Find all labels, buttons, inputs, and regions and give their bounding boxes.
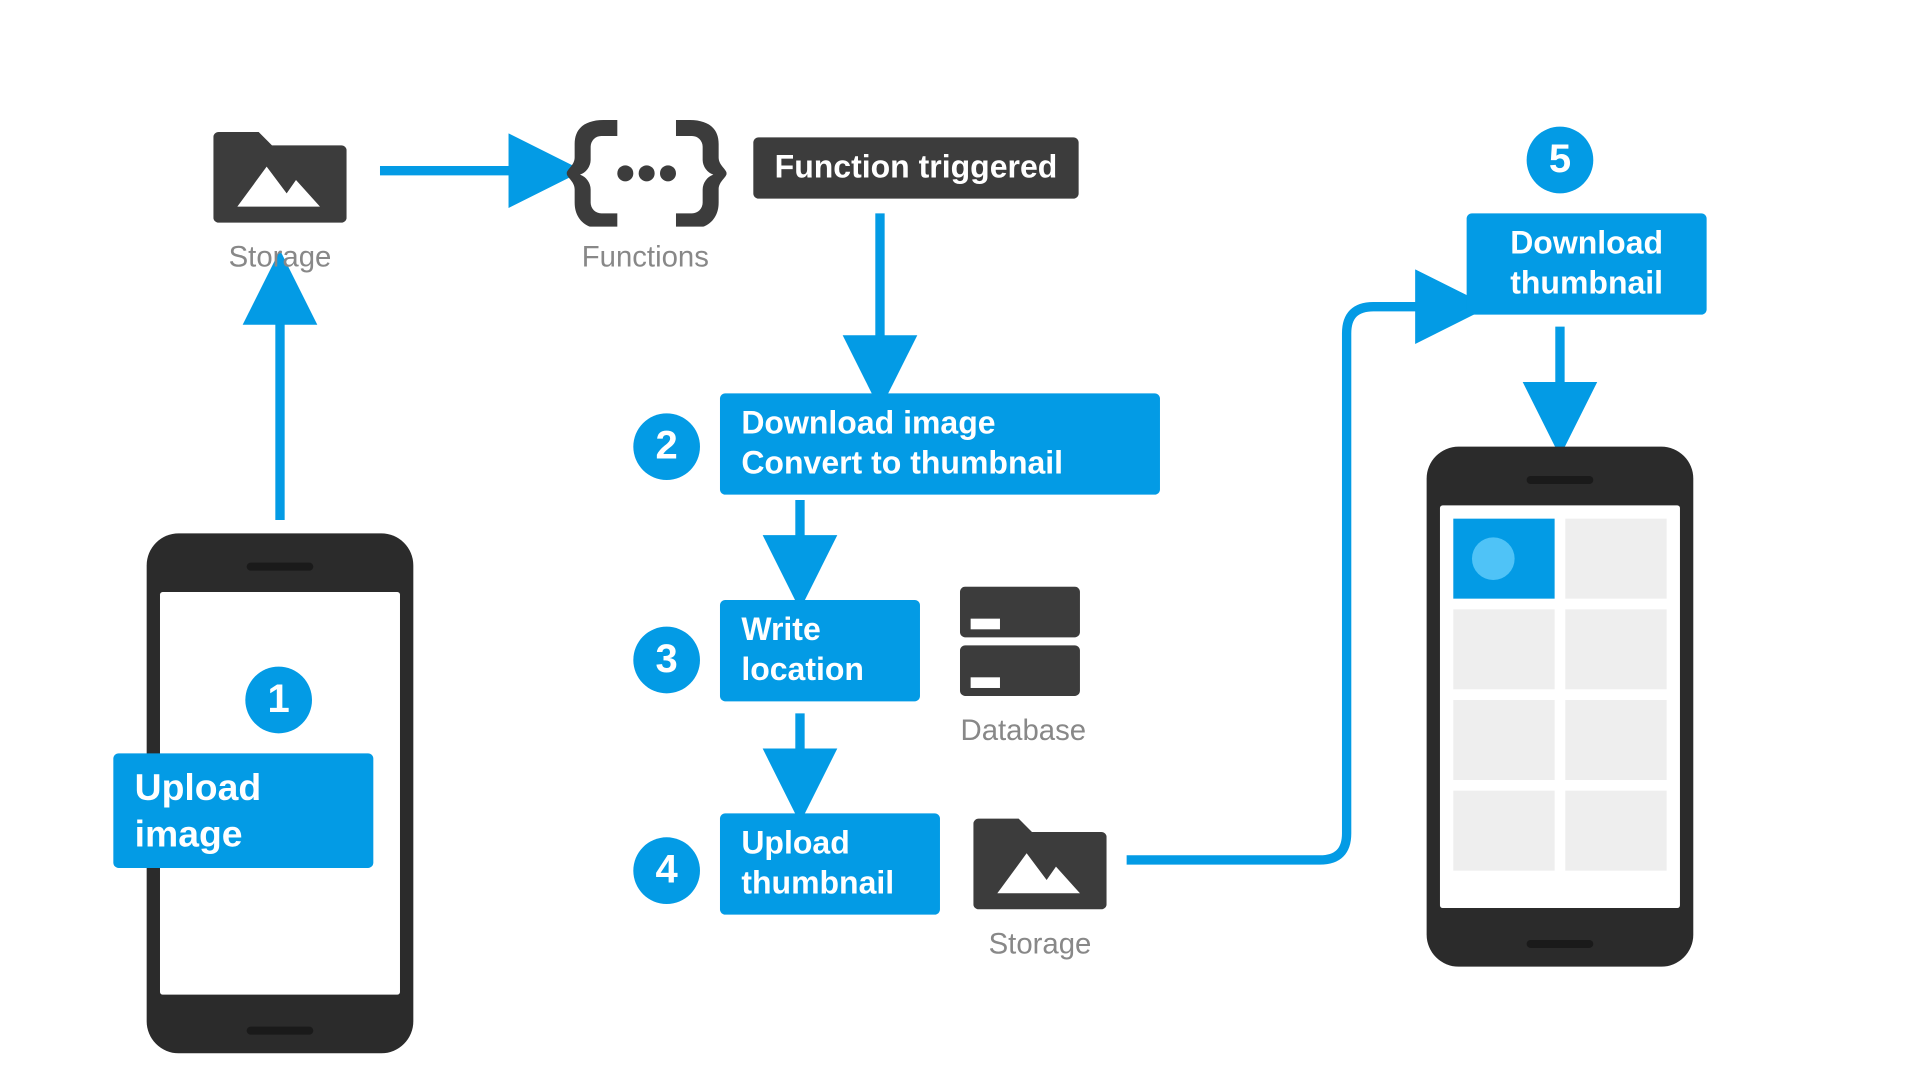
step-4-box: Upload thumbnail (720, 813, 940, 914)
step-5-line1: Download (1488, 224, 1685, 264)
step-2-line2: Convert to thumbnail (741, 444, 1138, 484)
step-2-line1: Download image (741, 404, 1138, 444)
step-2-badge: 2 (633, 413, 700, 480)
thumbnail-cell (1453, 519, 1554, 599)
thumbnail-cell (1453, 791, 1554, 871)
thumbnail-cell (1565, 700, 1666, 780)
function-triggered-label: Function triggered (775, 149, 1058, 185)
step-4-badge: 4 (633, 837, 700, 904)
step-5-badge: 5 (1527, 127, 1594, 194)
step-3-badge: 3 (633, 627, 700, 694)
step-1-badge: 1 (245, 667, 312, 734)
database-caption: Database (960, 713, 1087, 748)
step-3-line2: location (741, 651, 898, 691)
thumbnail-cell (1565, 519, 1666, 599)
step-2-box: Download image Convert to thumbnail (720, 393, 1160, 494)
step-3-box: Write location (720, 600, 920, 701)
step-4-line2: thumbnail (741, 864, 918, 904)
functions-caption: Functions (579, 240, 712, 275)
thumbnail-cell (1453, 609, 1554, 689)
thumbnail-cell (1453, 700, 1554, 780)
thumbnail-cell (1565, 609, 1666, 689)
storage-folder-icon-bottom (973, 800, 1106, 920)
thumbnail-cell (1565, 791, 1666, 871)
storage-folder-icon (213, 113, 346, 233)
function-triggered-box: Function triggered (753, 137, 1078, 198)
functions-icon (567, 120, 727, 233)
storage-bottom-caption: Storage (987, 927, 1094, 962)
step-4-line1: Upload (741, 824, 918, 864)
step-5-box: Download thumbnail (1467, 213, 1707, 314)
phone-right (1427, 447, 1694, 967)
database-icon (960, 587, 1080, 707)
step-1-label: Upload image (135, 764, 352, 857)
storage-top-caption: Storage (227, 240, 334, 275)
step-5-line2: thumbnail (1488, 264, 1685, 304)
thumbnail-grid (1453, 519, 1666, 871)
step-3-line1: Write (741, 611, 898, 651)
step-1-box: Upload image (113, 753, 373, 868)
